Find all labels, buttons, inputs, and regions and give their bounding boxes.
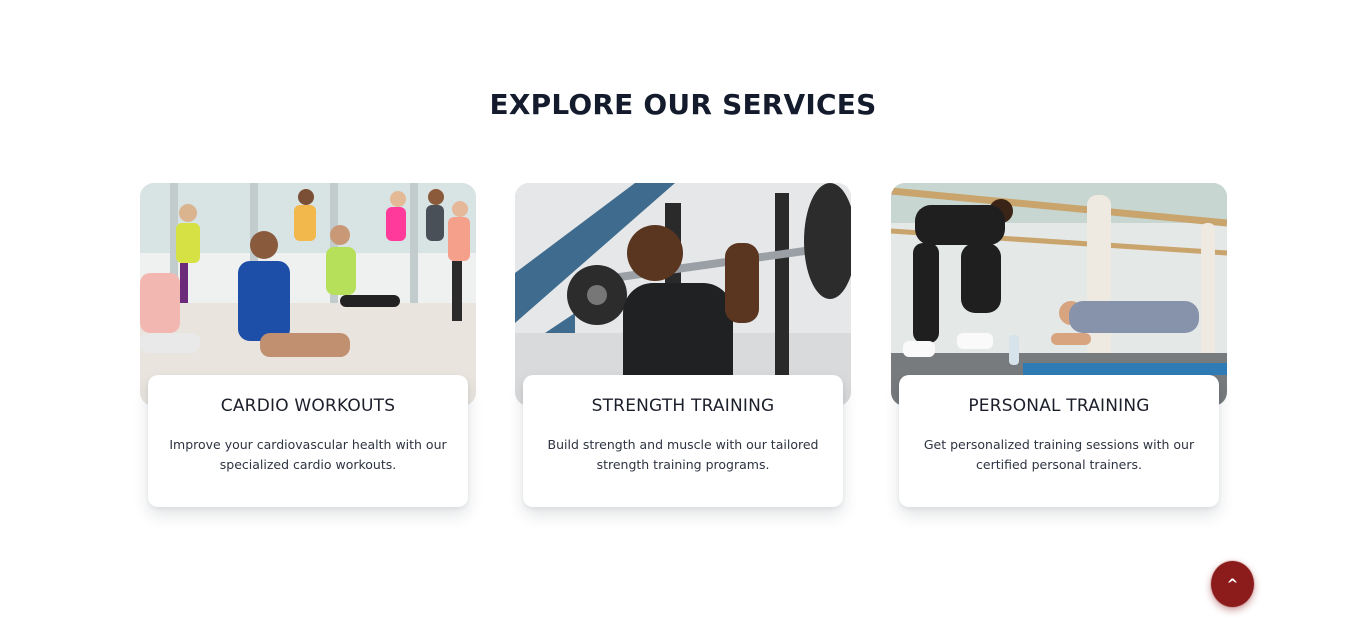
cardio-desc-line2: specialized cardio workouts.	[219, 457, 397, 472]
cardio-card-description: Improve your cardiovascular health with …	[166, 435, 450, 475]
cardio-image	[140, 183, 476, 406]
strength-card-description: Build strength and muscle with our tailo…	[541, 435, 825, 475]
strength-desc-line2: strength training programs.	[596, 457, 770, 472]
services-page: EXPLORE OUR SERVICES CARDIO WORKOUTS Imp…	[0, 0, 1366, 633]
cardio-card-body: CARDIO WORKOUTS Improve your cardiovascu…	[148, 375, 468, 507]
strength-image	[515, 183, 851, 406]
strength-desc-line1: Build strength and muscle with our tailo…	[547, 437, 819, 452]
cardio-photo	[140, 183, 476, 406]
cardio-desc-line1: Improve your cardiovascular health with …	[169, 437, 447, 452]
service-card-cardio[interactable]: CARDIO WORKOUTS Improve your cardiovascu…	[140, 183, 476, 513]
strength-card-title: STRENGTH TRAINING	[591, 396, 775, 416]
personal-card-body: PERSONAL TRAINING Get personalized train…	[899, 375, 1219, 507]
personal-desc-line1: Get personalized training sessions with …	[923, 437, 1195, 452]
service-card-personal[interactable]: PERSONAL TRAINING Get personalized train…	[891, 183, 1227, 513]
cardio-card-title: CARDIO WORKOUTS	[220, 396, 396, 416]
strength-card-body: STRENGTH TRAINING Build strength and mus…	[523, 375, 843, 507]
personal-card-description: Get personalized training sessions with …	[917, 435, 1201, 475]
personal-desc-line2: certified personal trainers.	[976, 457, 1142, 472]
service-card-strength[interactable]: STRENGTH TRAINING Build strength and mus…	[515, 183, 851, 513]
personal-image	[891, 183, 1227, 406]
back-to-top-button[interactable]: ^	[1211, 561, 1254, 607]
strength-photo	[515, 183, 851, 406]
personal-card-title: PERSONAL TRAINING	[968, 396, 1150, 416]
caret-up-icon: ^	[1226, 577, 1239, 593]
personal-photo	[891, 183, 1227, 406]
section-title: EXPLORE OUR SERVICES	[489, 88, 877, 121]
